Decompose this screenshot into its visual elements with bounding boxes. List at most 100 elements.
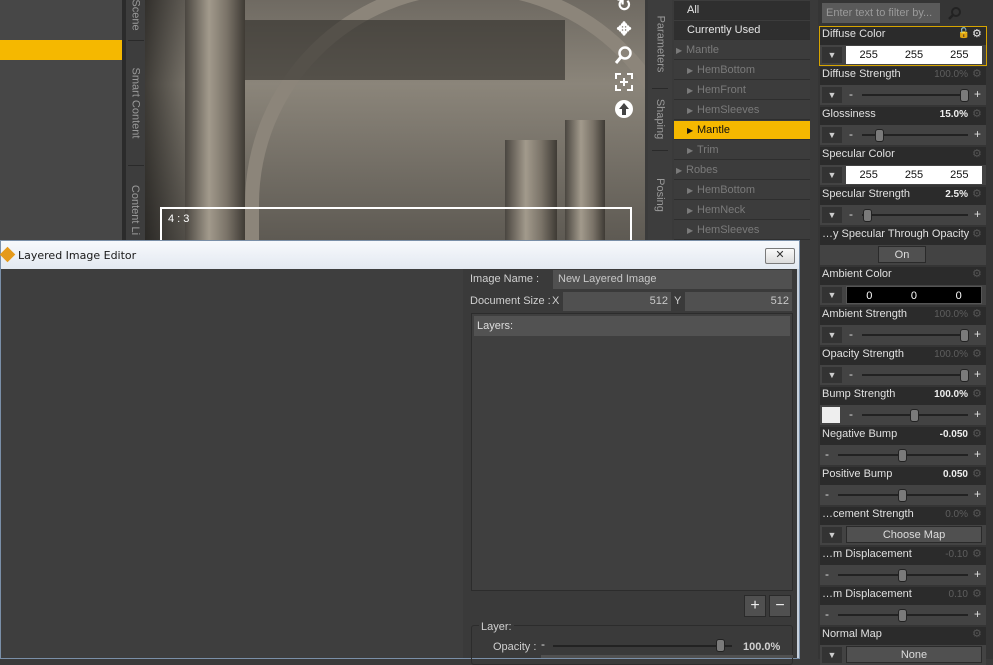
slider-decrement[interactable]: -	[849, 87, 853, 101]
expand-arrow-icon[interactable]: ▶	[687, 61, 697, 80]
gear-icon[interactable]: ⚙	[972, 389, 983, 400]
property-row[interactable]: Glossiness 15.0% ⚙ ▼ - +	[820, 107, 986, 145]
expand-arrow-icon[interactable]: ▶	[676, 41, 686, 60]
3d-viewport[interactable]: ↻ ✥	[145, 0, 645, 240]
tree-item[interactable]: Currently Used	[674, 21, 810, 40]
color-swatch[interactable]: 255 255 255	[846, 166, 982, 184]
slider-increment[interactable]: +	[974, 87, 981, 101]
gear-icon[interactable]: ⚙	[972, 189, 983, 200]
slider-knob[interactable]	[960, 329, 969, 342]
document-width-field[interactable]: 512	[563, 292, 671, 311]
property-row[interactable]: …m Displacement 0.10 ⚙ - +	[820, 587, 986, 625]
tree-item[interactable]: ▶ HemBottom	[674, 181, 810, 200]
dropdown-arrow-icon[interactable]: ▼	[822, 87, 842, 103]
move-icon[interactable]: ✥	[613, 18, 635, 40]
texture-thumbnail[interactable]	[822, 407, 840, 423]
slider-knob[interactable]	[898, 569, 907, 582]
slider-knob[interactable]	[862, 209, 872, 222]
slider-knob[interactable]	[875, 129, 884, 142]
slider-knob[interactable]	[898, 449, 907, 462]
slider-increment[interactable]: +	[974, 567, 981, 581]
tree-item[interactable]: ▶ Trim	[674, 141, 810, 160]
expand-arrow-icon[interactable]: ▶	[687, 201, 697, 220]
slider-knob[interactable]	[960, 369, 969, 382]
tree-item[interactable]: ▶ HemNeck	[674, 201, 810, 220]
tab-shaping[interactable]: Shaping	[648, 90, 672, 148]
gear-icon[interactable]: ⚙	[972, 29, 983, 40]
property-row[interactable]: Diffuse Color ⚙ 🔓 ▼ 255 255 255	[819, 26, 987, 66]
property-row[interactable]: Ambient Color ⚙ ▼ 0 0 0	[820, 267, 986, 305]
slider-increment[interactable]: +	[974, 487, 981, 501]
dropdown-arrow-icon[interactable]: ▼	[822, 367, 842, 383]
slider-decrement[interactable]: -	[849, 327, 853, 341]
slider-knob[interactable]	[960, 89, 969, 102]
slider-increment[interactable]: +	[974, 407, 981, 421]
slider-increment[interactable]: +	[974, 127, 981, 141]
gear-icon[interactable]: ⚙	[972, 429, 983, 440]
slider-decrement[interactable]: -	[825, 567, 829, 581]
expand-arrow-icon[interactable]: ▶	[687, 81, 697, 100]
expand-arrow-icon[interactable]: ▶	[687, 221, 697, 240]
dialog-titlebar[interactable]: Layered Image Editor ✕	[0, 241, 799, 269]
slider-knob[interactable]	[910, 409, 919, 422]
gear-icon[interactable]: ⚙	[972, 549, 983, 560]
tree-item[interactable]: ▶ HemFront	[674, 81, 810, 100]
tree-item[interactable]: ▶ Mantle	[674, 41, 810, 60]
gear-icon[interactable]: ⚙	[972, 149, 983, 160]
tab-content-library[interactable]: Content Li	[126, 175, 145, 245]
tree-item[interactable]: ▶ HemSleeves	[674, 221, 810, 240]
expand-arrow-icon[interactable]: ▶	[687, 141, 697, 160]
slider-increment[interactable]: +	[974, 207, 981, 221]
property-row[interactable]: Ambient Strength 100.0% ⚙ ▼ - +	[820, 307, 986, 345]
opacity-knob[interactable]	[716, 639, 725, 652]
expand-arrow-icon[interactable]: ▶	[687, 121, 697, 140]
frame-icon[interactable]	[613, 71, 635, 93]
tab-posing[interactable]: Posing	[648, 160, 672, 230]
property-row[interactable]: …y Specular Through Opacity ⚙ On	[820, 227, 986, 265]
slider-decrement[interactable]: -	[849, 367, 853, 381]
dropdown-arrow-icon[interactable]: ▼	[822, 167, 842, 183]
unlock-icon[interactable]: 🔓	[958, 28, 970, 39]
dropdown-arrow-icon[interactable]: ▼	[822, 647, 842, 663]
dropdown-arrow-icon[interactable]: ▼	[822, 47, 842, 63]
tree-item[interactable]: ▶ Mantle	[674, 121, 810, 140]
gear-icon[interactable]: ⚙	[972, 509, 983, 520]
property-row[interactable]: Bump Strength 100.0% ⚙ - +	[820, 387, 986, 425]
gear-icon[interactable]: ⚙	[972, 469, 983, 480]
slider-decrement[interactable]: -	[849, 127, 853, 141]
document-height-field[interactable]: 512	[685, 292, 792, 311]
slider-increment[interactable]: +	[974, 327, 981, 341]
dropdown-arrow-icon[interactable]: ▼	[822, 287, 842, 303]
gear-icon[interactable]: ⚙	[972, 349, 983, 360]
gear-icon[interactable]: ⚙	[972, 229, 983, 240]
slider-knob[interactable]	[898, 489, 907, 502]
gear-icon[interactable]: ⚙	[972, 109, 983, 120]
slider-decrement[interactable]: -	[849, 207, 853, 221]
property-row[interactable]: Positive Bump 0.050 ⚙ - +	[820, 467, 986, 505]
property-row[interactable]: Specular Strength 2.5% ⚙ ▼ - +	[820, 187, 986, 225]
tab-parameters[interactable]: Parameters	[648, 0, 672, 88]
add-layer-button[interactable]: +	[744, 595, 766, 617]
property-row[interactable]: Diffuse Strength 100.0% ⚙ ▼ - +	[820, 67, 986, 105]
color-swatch[interactable]: 255 255 255	[846, 46, 982, 64]
tab-smart-content[interactable]: Smart Content	[126, 45, 145, 160]
color-swatch[interactable]: 0 0 0	[846, 286, 982, 304]
expand-arrow-icon[interactable]: ▶	[687, 181, 697, 200]
tab-scene[interactable]: Scene	[126, 0, 145, 31]
gear-icon[interactable]: ⚙	[972, 269, 983, 280]
gear-icon[interactable]: ⚙	[972, 69, 983, 80]
choose-map-button[interactable]: None	[846, 646, 982, 663]
image-canvas[interactable]	[1, 269, 463, 658]
property-row[interactable]: …m Displacement -0.10 ⚙ - +	[820, 547, 986, 585]
up-arrow-icon[interactable]	[613, 98, 635, 120]
slider-knob[interactable]	[898, 609, 907, 622]
property-row[interactable]: Opacity Strength 100.0% ⚙ ▼ - +	[820, 347, 986, 385]
search-icon[interactable]	[944, 3, 966, 23]
dropdown-arrow-icon[interactable]: ▼	[822, 327, 842, 343]
property-row[interactable]: Negative Bump -0.050 ⚙ - +	[820, 427, 986, 465]
tree-item[interactable]: ▶ HemSleeves	[674, 101, 810, 120]
layers-list[interactable]: Layers:	[471, 313, 793, 591]
slider-decrement[interactable]: -	[825, 447, 829, 461]
gear-icon[interactable]: ⚙	[972, 309, 983, 320]
gear-icon[interactable]: ⚙	[972, 629, 983, 640]
